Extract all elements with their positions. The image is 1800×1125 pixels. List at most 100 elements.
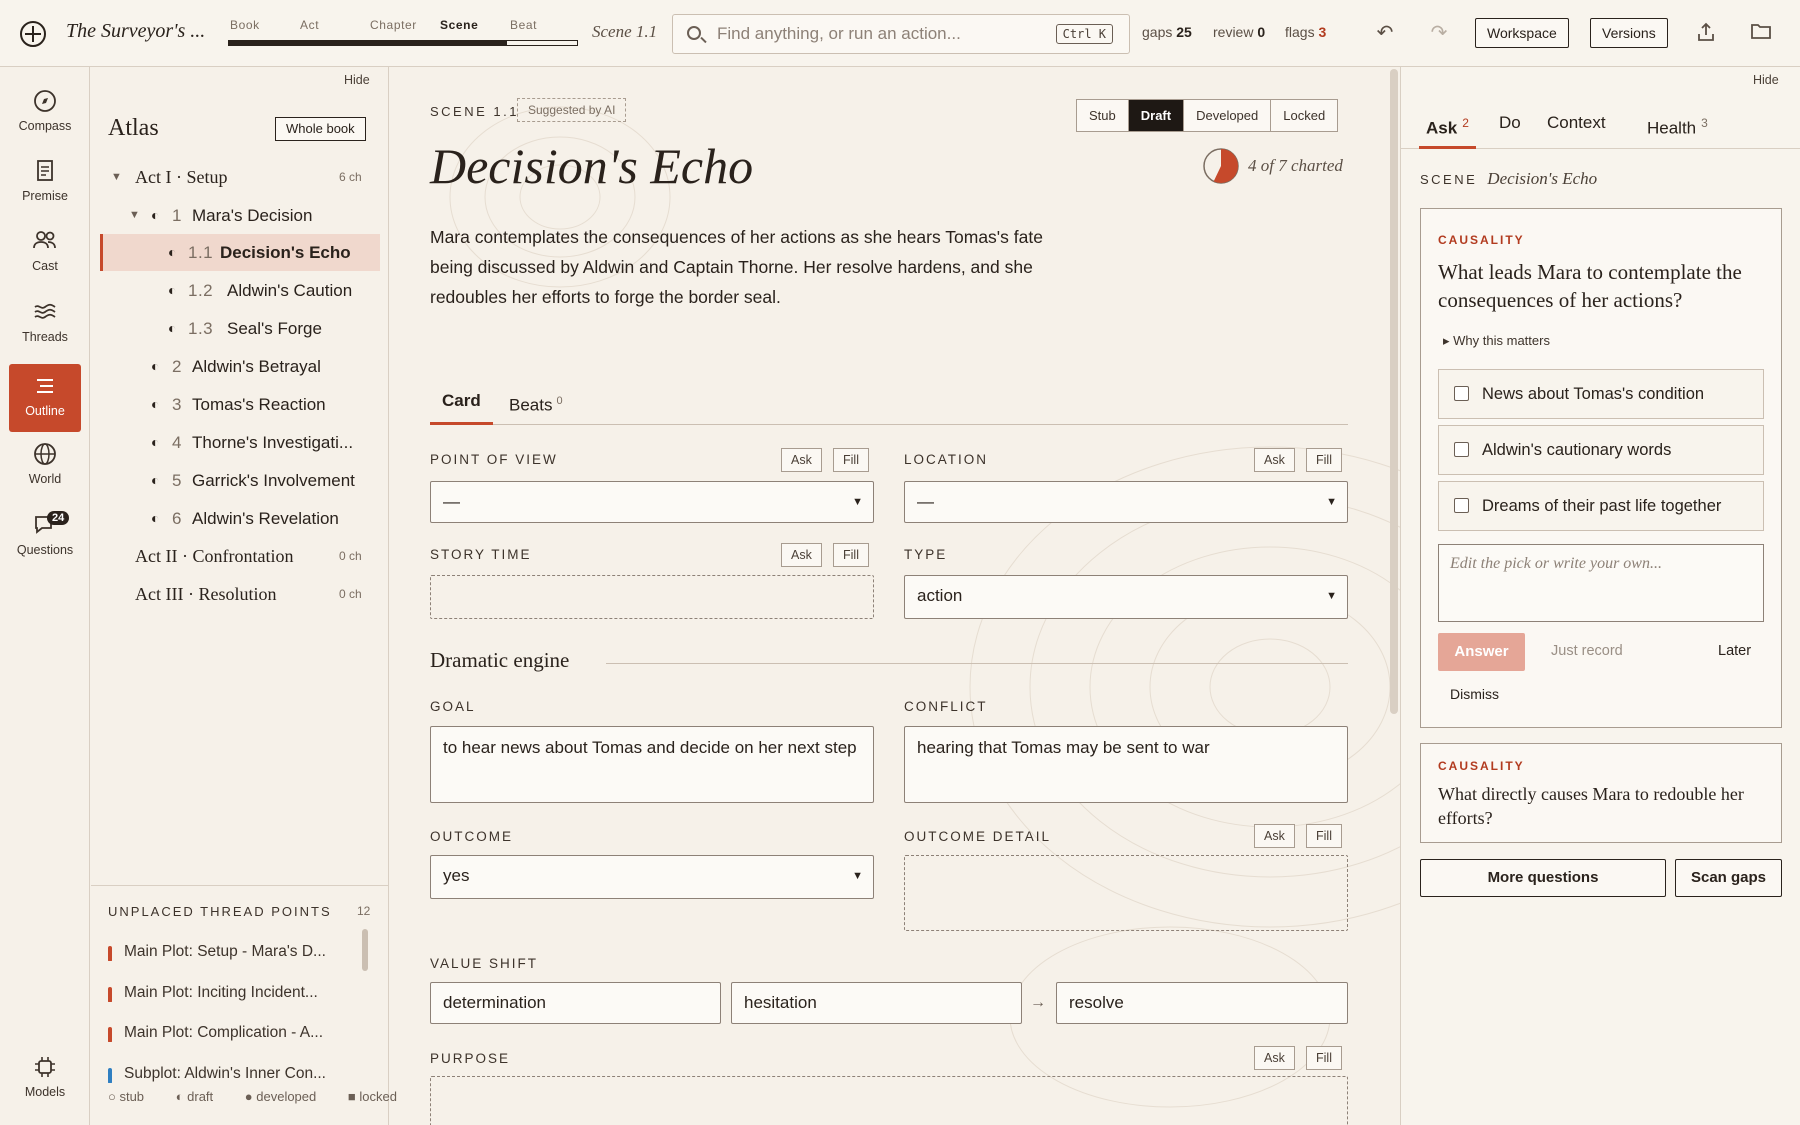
scene-title[interactable]: Decision's Echo xyxy=(430,137,753,195)
later-button[interactable]: Later xyxy=(1718,643,1751,659)
thread-point-item[interactable]: Subplot: Aldwin's Inner Con... xyxy=(108,1065,358,1083)
thread-point-item[interactable]: Main Plot: Inciting Incident... xyxy=(108,984,358,1002)
review-stat[interactable]: review 0 xyxy=(1213,24,1265,40)
checkbox-icon[interactable] xyxy=(1454,386,1469,401)
level-act[interactable]: Act xyxy=(300,18,319,32)
rail-outline[interactable]: Outline xyxy=(9,364,81,432)
zoom-level-selector[interactable]: Book Act Chapter Scene Beat xyxy=(228,18,578,48)
value-shift-from[interactable]: determination xyxy=(430,982,721,1024)
location-select[interactable]: — ▼ xyxy=(904,481,1348,523)
purpose-ask-button[interactable]: Ask xyxy=(1254,1046,1295,1070)
tree-act-1[interactable]: ▼ Act I · Setup 6 ch xyxy=(91,159,389,196)
tree-chapter-5[interactable]: ◐ 5 Garrick's Involvement xyxy=(91,462,389,499)
rail-cast[interactable]: Cast xyxy=(9,219,81,287)
workspace-button[interactable]: Workspace xyxy=(1475,18,1569,48)
level-chapter[interactable]: Chapter xyxy=(370,18,417,32)
rail-questions[interactable]: 24 Questions xyxy=(9,503,81,571)
location-fill-button[interactable]: Fill xyxy=(1306,448,1342,472)
tree-chapter-6[interactable]: ◐ 6 Aldwin's Revelation xyxy=(91,500,389,537)
tree-chapter-4[interactable]: ◐ 4 Thorne's Investigati... xyxy=(91,424,389,461)
tab-health[interactable]: Health 3 xyxy=(1640,103,1715,149)
scan-gaps-button[interactable]: Scan gaps xyxy=(1675,859,1782,897)
why-this-matters-toggle[interactable]: ▸ Why this matters xyxy=(1443,333,1550,349)
tree-chapter-3[interactable]: ◐ 3 Tomas's Reaction xyxy=(91,386,389,423)
book-title[interactable]: The Surveyor's ... xyxy=(66,20,205,43)
status-draft[interactable]: Draft xyxy=(1128,100,1185,131)
goal-textarea[interactable]: to hear news about Tomas and decide on h… xyxy=(430,726,874,803)
status-developed[interactable]: Developed xyxy=(1184,100,1272,131)
custom-answer-textarea[interactable]: Edit the pick or write your own... xyxy=(1438,544,1764,622)
answer-option[interactable]: Aldwin's cautionary words xyxy=(1438,425,1764,475)
editor-scrollbar[interactable] xyxy=(1390,69,1398,714)
just-record-button[interactable]: Just record xyxy=(1551,643,1623,659)
question-card[interactable]: CAUSALITY What directly causes Mara to r… xyxy=(1420,743,1782,843)
search-input[interactable] xyxy=(717,23,1047,45)
hide-atlas-button[interactable]: Hide xyxy=(344,73,370,87)
outcome-detail-fill-button[interactable]: Fill xyxy=(1306,824,1342,848)
tree-act-2[interactable]: Act II · Confrontation 0 ch xyxy=(91,538,389,575)
level-beat[interactable]: Beat xyxy=(510,18,537,32)
tree-scene-1-3[interactable]: ◐ 1.3 Seal's Forge xyxy=(91,310,389,347)
undo-icon[interactable]: ↶ xyxy=(1374,22,1396,44)
compass-logo-icon[interactable] xyxy=(20,21,46,47)
checkbox-icon[interactable] xyxy=(1454,498,1469,513)
versions-button[interactable]: Versions xyxy=(1590,18,1668,48)
thread-point-item[interactable]: Main Plot: Complication - A... xyxy=(108,1024,358,1042)
thread-point-item[interactable]: Main Plot: Setup - Mara's D... xyxy=(108,943,358,961)
story-time-field[interactable] xyxy=(430,575,874,619)
rail-premise[interactable]: Premise xyxy=(9,149,81,217)
pov-select[interactable]: — ▼ xyxy=(430,481,874,523)
caret-down-icon[interactable]: ▼ xyxy=(111,159,122,196)
answer-option[interactable]: News about Tomas's condition xyxy=(1438,369,1764,419)
gaps-stat[interactable]: gaps 25 xyxy=(1142,24,1192,40)
purpose-textarea[interactable] xyxy=(430,1076,1348,1125)
outcome-detail-ask-button[interactable]: Ask xyxy=(1254,824,1295,848)
tree-chapter-1[interactable]: ▼ ◐ 1 Mara's Decision xyxy=(91,197,389,234)
share-icon[interactable] xyxy=(1695,22,1717,44)
tree-chapter-2[interactable]: ◐ 2 Aldwin's Betrayal xyxy=(91,348,389,385)
dismiss-button[interactable]: Dismiss xyxy=(1450,686,1499,702)
thread-list-scrollbar[interactable] xyxy=(362,929,368,971)
pov-ask-button[interactable]: Ask xyxy=(781,448,822,472)
status-stub[interactable]: Stub xyxy=(1077,100,1129,131)
tab-ask[interactable]: Ask 2 xyxy=(1419,103,1476,149)
level-book[interactable]: Book xyxy=(230,18,260,32)
type-select[interactable]: action ▼ xyxy=(904,575,1348,619)
outcome-select[interactable]: yes ▼ xyxy=(430,855,874,899)
value-shift-middle[interactable]: hesitation xyxy=(731,982,1022,1024)
more-questions-button[interactable]: More questions xyxy=(1420,859,1666,897)
status-segmented-control[interactable]: Stub Draft Developed Locked xyxy=(1076,99,1339,132)
purpose-fill-button[interactable]: Fill xyxy=(1306,1046,1342,1070)
outcome-detail-textarea[interactable] xyxy=(904,855,1348,931)
story-time-fill-button[interactable]: Fill xyxy=(833,543,869,567)
tab-context[interactable]: Context xyxy=(1540,103,1613,149)
tab-card[interactable]: Card xyxy=(430,385,493,425)
whole-book-button[interactable]: Whole book xyxy=(275,117,366,141)
command-search[interactable]: Ctrl K xyxy=(672,14,1130,54)
folder-icon[interactable] xyxy=(1750,22,1772,44)
hide-assistant-button[interactable]: Hide xyxy=(1753,73,1779,87)
caret-down-icon[interactable]: ▼ xyxy=(129,197,140,234)
status-locked[interactable]: Locked xyxy=(1271,100,1337,131)
tree-act-3[interactable]: Act III · Resolution 0 ch xyxy=(91,576,389,613)
tab-do[interactable]: Do xyxy=(1492,103,1528,149)
rail-threads[interactable]: Threads xyxy=(9,290,81,358)
rail-compass[interactable]: Compass xyxy=(9,79,81,147)
location-ask-button[interactable]: Ask xyxy=(1254,448,1295,472)
checkbox-icon[interactable] xyxy=(1454,442,1469,457)
redo-icon[interactable]: ↷ xyxy=(1428,22,1450,44)
scene-summary[interactable]: Mara contemplates the consequences of he… xyxy=(430,222,1070,312)
rail-models[interactable]: Models xyxy=(9,1045,81,1113)
story-time-ask-button[interactable]: Ask xyxy=(781,543,822,567)
tree-scene-1-2[interactable]: ◐ 1.2 Aldwin's Caution xyxy=(91,272,389,309)
level-track[interactable] xyxy=(228,40,578,46)
level-scene[interactable]: Scene xyxy=(440,18,478,32)
answer-button[interactable]: Answer xyxy=(1438,633,1525,671)
tree-scene-1-1[interactable]: ◐ 1.1 Decision's Echo xyxy=(100,234,380,271)
flags-stat[interactable]: flags 3 xyxy=(1285,24,1326,40)
value-shift-to[interactable]: resolve xyxy=(1056,982,1348,1024)
rail-world[interactable]: World xyxy=(9,432,81,500)
pov-fill-button[interactable]: Fill xyxy=(833,448,869,472)
answer-option[interactable]: Dreams of their past life together xyxy=(1438,481,1764,531)
conflict-textarea[interactable]: hearing that Tomas may be sent to war xyxy=(904,726,1348,803)
